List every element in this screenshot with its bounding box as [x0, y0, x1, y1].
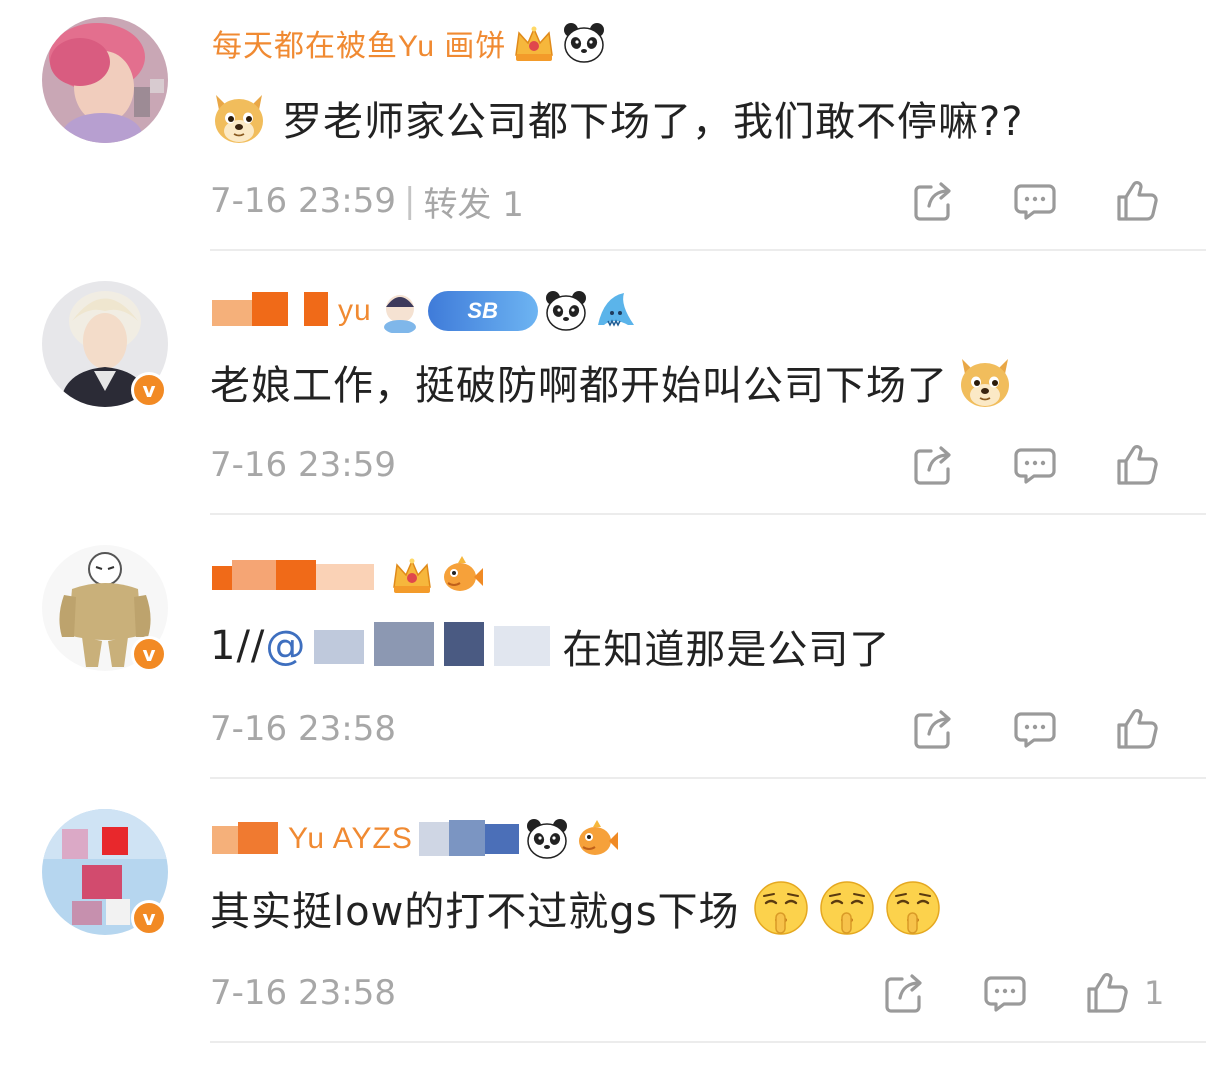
- username-mosaic: [212, 820, 282, 858]
- username-row: 每天都在被鱼Yu 画饼: [212, 18, 606, 68]
- comment-meta: 7-16 23:59: [210, 440, 396, 490]
- verified-badge: v: [131, 372, 167, 408]
- comment-text-row: 其实挺low的打不过就gs下场: [210, 876, 942, 940]
- username[interactable]: 每天都在被鱼Yu 画饼: [212, 21, 506, 65]
- panda-icon: [525, 817, 569, 861]
- badge-mosaic: [418, 820, 519, 858]
- meta-separator: |: [403, 181, 416, 221]
- comment-meta: 7-16 23:58: [210, 704, 396, 754]
- mention-link[interactable]: @: [265, 623, 306, 669]
- comment-item: v 1// @ 在知道那是公司了 7-16 23:58: [0, 528, 1206, 792]
- like-icon[interactable]: [1114, 442, 1160, 488]
- username-row: Yu AYZS: [212, 814, 619, 864]
- username-mosaic: [212, 292, 332, 330]
- comment-text-row: 老娘工作，挺破防啊都开始叫公司下场了: [210, 350, 1014, 414]
- username-row: yu SB: [212, 286, 638, 336]
- repost-count[interactable]: 转发 1: [423, 177, 523, 226]
- comment-text-prefix: 1//: [210, 623, 266, 669]
- comment-icon[interactable]: [1012, 178, 1058, 224]
- comment-icon[interactable]: [1012, 706, 1058, 752]
- comment-meta: 7-16 23:59 | 转发 1: [210, 176, 524, 226]
- doge-emoji: [210, 89, 268, 147]
- comment-text-row: 1// @ 在知道那是公司了: [210, 614, 890, 678]
- comment-icon[interactable]: [982, 970, 1028, 1016]
- shush-emoji: [818, 879, 876, 937]
- comment-text: 其实挺low的打不过就gs下场: [210, 889, 740, 935]
- divider: [210, 249, 1206, 251]
- like-icon[interactable]: [1084, 970, 1130, 1016]
- share-icon[interactable]: [911, 178, 957, 224]
- comment-text: 罗老师家公司都下场了，我们敢不停嘛??: [282, 99, 1024, 145]
- divider: [210, 777, 1206, 779]
- comment-meta: 7-16 23:58: [210, 968, 396, 1018]
- timestamp: 7-16 23:59: [210, 181, 396, 221]
- comment-icon[interactable]: [1012, 442, 1058, 488]
- timestamp: 7-16 23:59: [210, 445, 396, 485]
- crown-badge-icon: [512, 21, 556, 65]
- like-icon[interactable]: [1114, 178, 1160, 224]
- shark-icon: [594, 289, 638, 333]
- share-icon[interactable]: [882, 970, 928, 1016]
- crown-badge-icon: [390, 553, 434, 597]
- timestamp: 7-16 23:58: [210, 709, 396, 749]
- like-count: 1: [1144, 974, 1165, 1012]
- share-icon[interactable]: [911, 442, 957, 488]
- doge-emoji: [956, 353, 1014, 411]
- comment-text: 在知道那是公司了: [562, 627, 891, 673]
- verified-badge: v: [131, 900, 167, 936]
- comment-item: v Yu AYZS 其实挺low的打不过就gs下场 7-16 23:58 1: [0, 792, 1206, 1056]
- panda-icon: [544, 289, 588, 333]
- username[interactable]: Yu AYZS: [288, 822, 413, 856]
- timestamp: 7-16 23:58: [210, 973, 396, 1013]
- avatar[interactable]: [42, 17, 168, 143]
- username[interactable]: yu: [338, 294, 372, 328]
- username-mosaic: [212, 556, 378, 594]
- fish-badge-icon: [575, 817, 619, 861]
- divider: [210, 513, 1206, 515]
- sb-badge: SB: [427, 291, 538, 331]
- comment-text: 老娘工作，挺破防啊都开始叫公司下场了: [210, 363, 948, 409]
- verified-badge: v: [131, 636, 167, 672]
- chibi-badge-icon: [378, 289, 422, 333]
- comment-item: 每天都在被鱼Yu 画饼 罗老师家公司都下场了，我们敢不停嘛?? 7-16 23:…: [0, 0, 1206, 264]
- fish-badge-icon: [440, 553, 484, 597]
- shush-emoji: [884, 879, 942, 937]
- comment-item: v yu SB 老娘工作，挺破防啊都开始叫公司下场了 7-16 23:59: [0, 264, 1206, 528]
- like-icon[interactable]: [1114, 706, 1160, 752]
- panda-icon: [562, 21, 606, 65]
- username-row: [212, 550, 484, 600]
- divider: [210, 1041, 1206, 1043]
- mention-mosaic: [314, 622, 554, 670]
- comment-text-row: 罗老师家公司都下场了，我们敢不停嘛??: [210, 86, 1023, 150]
- share-icon[interactable]: [911, 706, 957, 752]
- shush-emoji: [752, 879, 810, 937]
